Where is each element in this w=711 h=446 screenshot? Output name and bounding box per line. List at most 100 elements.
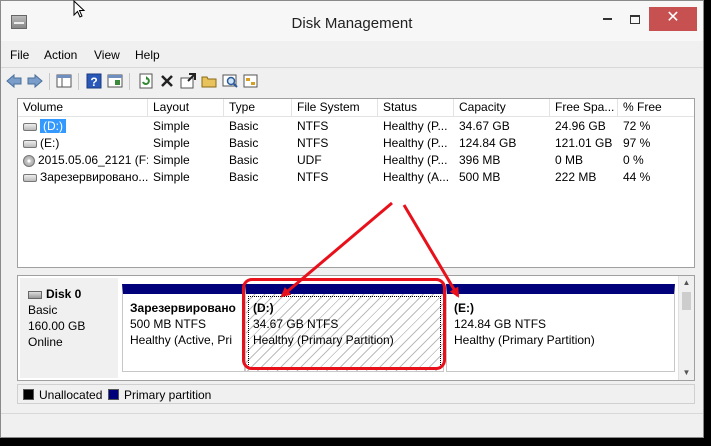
scroll-up-icon[interactable]: ▲ xyxy=(679,276,694,290)
title-bar[interactable]: Disk Management ✕ xyxy=(1,1,703,41)
cell-status: Healthy (P... xyxy=(383,136,448,150)
cell-fs: NTFS xyxy=(297,136,329,150)
cell-pct: 44 % xyxy=(623,170,651,184)
cd-icon xyxy=(23,154,35,167)
cell-pct: 0 % xyxy=(623,153,644,167)
menu-file[interactable]: File xyxy=(10,48,29,62)
cell-layout: Simple xyxy=(153,153,190,167)
column-header-volume[interactable]: Volume xyxy=(18,99,148,117)
column-header-file-system[interactable]: File System xyxy=(292,99,378,117)
maximize-icon xyxy=(630,14,640,24)
column-header-type[interactable]: Type xyxy=(224,99,292,117)
column-header-free-space[interactable]: Free Spa... xyxy=(550,99,618,117)
rescan-icon[interactable] xyxy=(179,72,197,90)
toolbar-separator xyxy=(49,73,50,90)
delete-icon[interactable] xyxy=(158,72,176,90)
open-icon[interactable] xyxy=(200,72,218,90)
table-row[interactable]: Зарезервировано... Simple Basic NTFS Healthy… xyxy=(18,169,694,186)
column-header-percent-free[interactable]: % Free xyxy=(618,99,694,117)
console-tree-icon[interactable] xyxy=(55,72,73,90)
disk-icon xyxy=(28,290,42,299)
toolbar: ? xyxy=(1,67,703,95)
legend: Unallocated Primary partition xyxy=(17,384,695,404)
menu-bar: File Action View Help xyxy=(1,45,703,65)
volume-name: Зарезервировано... xyxy=(40,170,148,184)
table-row[interactable]: (E:) Simple Basic NTFS Healthy (P... 124.84 G… xyxy=(18,135,694,152)
partition-d[interactable]: (D:) 34.67 GB NTFS Healthy (Primary Part… xyxy=(245,284,444,372)
menu-action[interactable]: Action xyxy=(44,48,77,62)
mouse-cursor-icon xyxy=(73,0,86,18)
svg-text:?: ? xyxy=(90,75,97,89)
cell-status: Healthy (P... xyxy=(383,119,448,133)
cell-volume: 2015.05.06_2121 (F:) xyxy=(18,152,148,169)
refresh-icon[interactable] xyxy=(137,72,155,90)
cell-type: Basic xyxy=(229,170,259,184)
column-header-layout[interactable]: Layout xyxy=(148,99,224,117)
partition-size: 500 MB NTFS xyxy=(130,317,207,331)
maximize-button[interactable] xyxy=(621,7,649,31)
disk-map-scrollbar[interactable]: ▲ ▼ xyxy=(678,276,694,380)
back-icon[interactable] xyxy=(5,72,23,90)
scroll-thumb[interactable] xyxy=(682,292,691,310)
forward-icon[interactable] xyxy=(26,72,44,90)
search-icon[interactable] xyxy=(221,72,239,90)
partition-size: 124.84 GB NTFS xyxy=(454,317,547,331)
menu-help[interactable]: Help xyxy=(135,48,160,62)
disk-size: 160.00 GB xyxy=(28,319,86,333)
settings-icon[interactable] xyxy=(242,72,260,90)
partition-name: (D:) xyxy=(253,301,274,315)
cell-free: 121.01 GB xyxy=(555,136,613,150)
column-header-status[interactable]: Status xyxy=(378,99,454,117)
disk-0-label[interactable]: Disk 0 Basic 160.00 GB Online xyxy=(20,278,118,378)
legend-swatch-primary xyxy=(108,389,119,400)
cell-volume: Зарезервировано... xyxy=(18,169,148,186)
minimize-icon xyxy=(602,18,612,21)
table-row[interactable]: (D:) Simple Basic NTFS Healthy (P... 34.67 GB… xyxy=(18,118,694,135)
cell-capacity: 124.84 GB xyxy=(459,136,517,150)
cell-pct: 72 % xyxy=(623,119,651,133)
menu-view[interactable]: View xyxy=(94,48,120,62)
cell-capacity: 500 MB xyxy=(459,170,501,184)
status-bar xyxy=(1,413,703,437)
cell-free: 24.96 GB xyxy=(555,119,606,133)
cell-type: Basic xyxy=(229,119,259,133)
cell-layout: Simple xyxy=(153,170,190,184)
cell-fs: NTFS xyxy=(297,119,329,133)
cell-volume: (E:) xyxy=(18,135,148,152)
properties-icon[interactable] xyxy=(106,72,124,90)
drive-icon xyxy=(23,122,37,131)
cell-status: Healthy (A... xyxy=(383,170,450,184)
cell-layout: Simple xyxy=(153,136,190,150)
close-icon: ✕ xyxy=(666,9,680,26)
cell-volume: (D:) xyxy=(18,118,148,135)
minimize-button[interactable] xyxy=(593,7,621,31)
cell-type: Basic xyxy=(229,153,259,167)
partition-status: Healthy (Primary Partition) xyxy=(454,333,595,347)
help-icon[interactable]: ? xyxy=(85,72,103,90)
partition-reserved[interactable]: Зарезервировано 500 MB NTFS Healthy (Act… xyxy=(122,284,245,372)
close-button[interactable]: ✕ xyxy=(649,7,697,31)
drive-icon xyxy=(23,173,37,182)
disk-management-window: Disk Management ✕ File Action View Help … xyxy=(0,0,704,438)
cell-free: 222 MB xyxy=(555,170,597,184)
cell-type: Basic xyxy=(229,136,259,150)
legend-label-primary: Primary partition xyxy=(124,388,212,402)
volume-name: (E:) xyxy=(40,136,60,150)
partition-name: (E:) xyxy=(454,301,474,315)
volume-name: (D:) xyxy=(40,119,66,133)
scroll-down-icon[interactable]: ▼ xyxy=(679,366,694,380)
cell-fs: NTFS xyxy=(297,170,329,184)
cell-layout: Simple xyxy=(153,119,190,133)
cell-status: Healthy (P... xyxy=(383,153,448,167)
disk-type: Basic xyxy=(28,303,58,317)
partition-e[interactable]: (E:) 124.84 GB NTFS Healthy (Primary Par… xyxy=(446,284,675,372)
volume-list[interactable]: Volume Layout Type File System Status Ca… xyxy=(17,98,695,268)
legend-swatch-unallocated xyxy=(23,389,34,400)
column-header-capacity[interactable]: Capacity xyxy=(454,99,550,117)
table-row[interactable]: 2015.05.06_2121 (F:) Simple Basic UDF Health… xyxy=(18,152,694,169)
cell-fs: UDF xyxy=(297,153,322,167)
partition-name: Зарезервировано xyxy=(130,301,236,315)
toolbar-separator xyxy=(78,73,79,90)
drive-icon xyxy=(23,139,37,148)
partition-status: Healthy (Primary Partition) xyxy=(253,333,394,347)
